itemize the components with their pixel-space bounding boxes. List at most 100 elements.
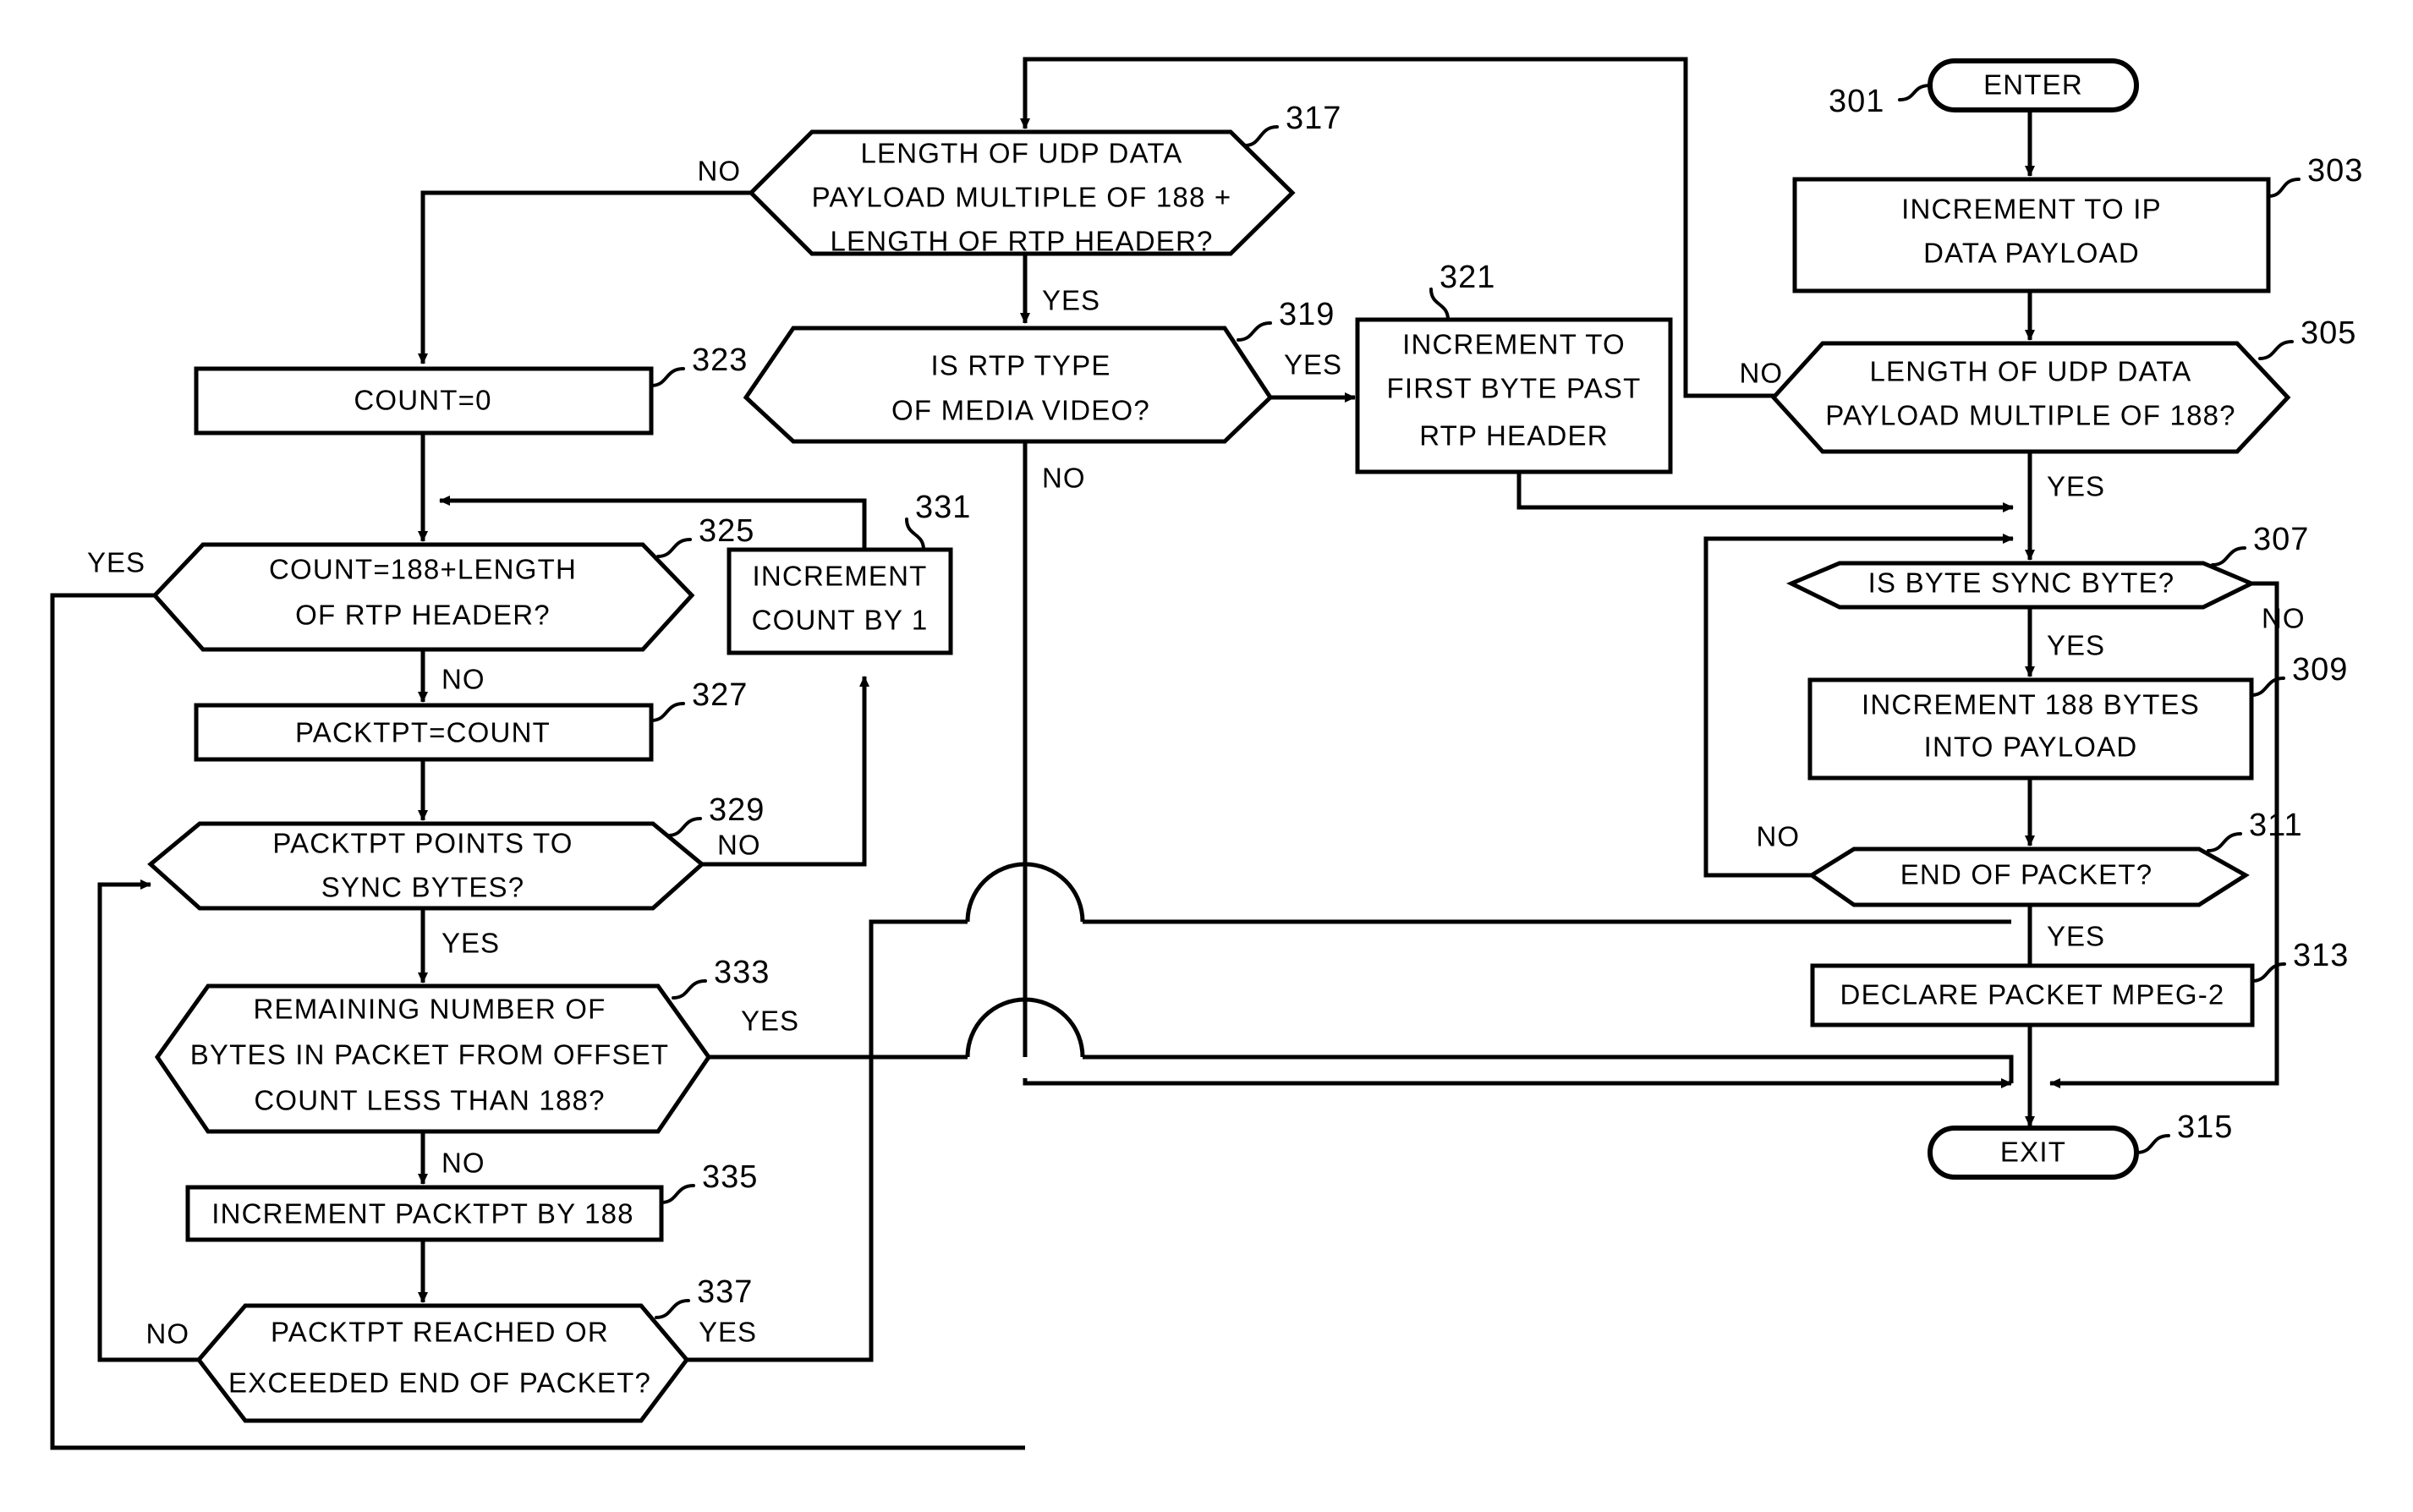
ref-313: 313 (2293, 938, 2349, 973)
leader-327 (650, 702, 685, 722)
edge-337-no-to-329 (97, 879, 199, 1362)
node-333-line1: REMAINING NUMBER OF (254, 994, 606, 1025)
node-305-udp-multiple-188[interactable]: LENGTH OF UDP DATA PAYLOAD MULTIPLE OF 1… (1770, 315, 2356, 454)
label-307-no: NO (2262, 603, 2306, 634)
node-329-line2: SYNC BYTES? (321, 872, 525, 903)
node-321-increment-first-byte-past-rtp-header[interactable]: INCREMENT TO FIRST BYTE PAST RTP HEADER … (1355, 260, 1673, 474)
label-305-no: NO (1740, 358, 1784, 389)
node-319-is-rtp-type-media-video[interactable]: IS RTP TYPE OF MEDIA VIDEO? 319 (743, 297, 1335, 444)
label-317-no: NO (698, 156, 742, 187)
flowchart-canvas: ENTER 301 INCREMENT TO IP DATA PAYLOAD 3… (0, 0, 2413, 1512)
label-325-no: NO (441, 664, 485, 695)
ref-301: 301 (1829, 84, 1884, 119)
node-301-enter[interactable]: ENTER 301 (1829, 58, 2139, 119)
node-311-line1: END OF PACKET? (1900, 859, 2153, 890)
node-321-line1: INCREMENT TO (1402, 329, 1626, 360)
label-333-no: NO (441, 1148, 485, 1179)
node-307-line1: IS BYTE SYNC BYTE? (1868, 567, 2175, 599)
leader-303 (2267, 178, 2301, 198)
node-311-end-of-packet[interactable]: END OF PACKET? 311 (1807, 808, 2303, 907)
node-317-udp-multiple-188-plus-rtp[interactable]: LENGTH OF UDP DATA PAYLOAD MULTIPLE OF 1… (748, 101, 1341, 257)
leader-319 (1237, 321, 1272, 342)
edge-333-yes-b (1083, 1055, 2014, 1083)
leader-311 (2207, 832, 2242, 852)
node-317-line1: LENGTH OF UDP DATA (861, 138, 1183, 169)
ref-303: 303 (2307, 153, 2363, 189)
label-307-yes: YES (2047, 630, 2105, 661)
ref-335: 335 (702, 1159, 758, 1195)
node-325-line1: COUNT=188+LENGTH (269, 554, 577, 585)
node-337-packtpt-reached-end-of-packet[interactable]: PACKTPT REACHED OR EXCEEDED END OF PACKE… (195, 1274, 753, 1423)
leader-335 (660, 1184, 695, 1204)
ref-325: 325 (699, 513, 754, 549)
node-327-line1: PACKTPT=COUNT (295, 717, 551, 748)
node-331-line2: COUNT BY 1 (752, 605, 929, 636)
leader-307 (2211, 546, 2246, 567)
node-337-line1: PACKTPT REACHED OR (271, 1317, 609, 1348)
node-333-line2: BYTES IN PACKET FROM OFFSET (190, 1039, 670, 1071)
node-335-line1: INCREMENT PACKTPT BY 188 (211, 1198, 634, 1230)
ref-317: 317 (1286, 101, 1341, 136)
label-333-yes: YES (741, 1005, 799, 1037)
node-317-line2: PAYLOAD MULTIPLE OF 188 + (812, 182, 1232, 213)
node-323-count-zero[interactable]: COUNT=0 323 (194, 342, 748, 436)
node-323-line1: COUNT=0 (354, 385, 491, 416)
node-309-line2: INTO PAYLOAD (1924, 731, 2138, 763)
node-317-line3: LENGTH OF RTP HEADER? (830, 226, 1213, 257)
leader-325 (656, 538, 692, 558)
node-337-line2: EXCEEDED END OF PACKET? (228, 1367, 651, 1399)
ref-309: 309 (2292, 652, 2348, 688)
label-325-yes: YES (87, 547, 145, 578)
node-303-increment-to-ip-data-payload[interactable]: INCREMENT TO IP DATA PAYLOAD 303 (1792, 153, 2363, 293)
leader-329 (666, 817, 702, 837)
edge-321-to-307line (1516, 472, 2014, 512)
ref-333: 333 (714, 955, 770, 990)
node-307-is-byte-sync-byte[interactable]: IS BYTE SYNC BYTE? 307 (1785, 522, 2309, 610)
label-319-yes: YES (1284, 349, 1342, 381)
leader-301 (1898, 84, 1932, 101)
node-305-line2: PAYLOAD MULTIPLE OF 188? (1825, 400, 2235, 431)
leader-333 (672, 979, 707, 1000)
ref-337: 337 (697, 1274, 753, 1310)
leader-315 (2135, 1134, 2170, 1154)
edge-331-to-325 (439, 496, 867, 550)
node-329-line1: PACKTPT POINTS TO (272, 828, 573, 859)
node-315-label: EXIT (2000, 1137, 2066, 1168)
node-321-line2: FIRST BYTE PAST (1387, 373, 1642, 404)
label-329-no: NO (717, 830, 761, 861)
node-325-count-equals-188-plus-length[interactable]: COUNT=188+LENGTH OF RTP HEADER? 325 (151, 513, 754, 652)
label-317-yes: YES (1042, 285, 1100, 316)
node-331-line1: INCREMENT (753, 561, 928, 592)
label-319-no: NO (1042, 463, 1086, 494)
node-301-label: ENTER (1983, 69, 2083, 101)
edge-319-no-seg3 (1023, 1078, 2012, 1088)
ref-319: 319 (1279, 297, 1335, 332)
node-319-line1: IS RTP TYPE (930, 350, 1111, 381)
flowchart-svg: ENTER 301 INCREMENT TO IP DATA PAYLOAD 3… (50, 57, 2363, 1450)
node-309-increment-188-bytes[interactable]: INCREMENT 188 BYTES INTO PAYLOAD 309 (1807, 652, 2348, 781)
node-321-line3: RTP HEADER (1419, 420, 1609, 452)
node-315-exit[interactable]: EXIT 315 (1928, 1109, 2233, 1180)
label-337-yes: YES (699, 1317, 757, 1348)
node-305-line1: LENGTH OF UDP DATA (1870, 356, 2192, 387)
ref-327: 327 (692, 677, 748, 713)
node-325-line2: OF RTP HEADER? (295, 600, 551, 631)
node-331-increment-count-by-1[interactable]: INCREMENT COUNT BY 1 331 (727, 490, 971, 655)
ref-331: 331 (915, 490, 971, 525)
ref-315: 315 (2177, 1109, 2233, 1145)
node-319-line2: OF MEDIA VIDEO? (891, 395, 1150, 426)
leader-305 (2258, 340, 2294, 360)
leader-313 (2251, 962, 2286, 983)
node-309-line1: INCREMENT 188 BYTES (1862, 689, 2200, 720)
ref-311: 311 (2249, 808, 2303, 843)
ref-329: 329 (709, 792, 765, 828)
ref-321: 321 (1440, 260, 1495, 295)
node-333-line3: COUNT LESS THAN 188? (254, 1085, 605, 1116)
label-329-yes: YES (441, 928, 500, 959)
leader-337 (655, 1299, 690, 1319)
leader-317 (1243, 125, 1279, 147)
node-333-remaining-bytes-less-than-188[interactable]: REMAINING NUMBER OF BYTES IN PACKET FROM… (154, 955, 770, 1134)
node-329-packtpt-points-to-sync-bytes[interactable]: PACKTPT POINTS TO SYNC BYTES? 329 (147, 792, 765, 911)
leader-323 (650, 367, 685, 387)
ref-323: 323 (692, 342, 748, 378)
